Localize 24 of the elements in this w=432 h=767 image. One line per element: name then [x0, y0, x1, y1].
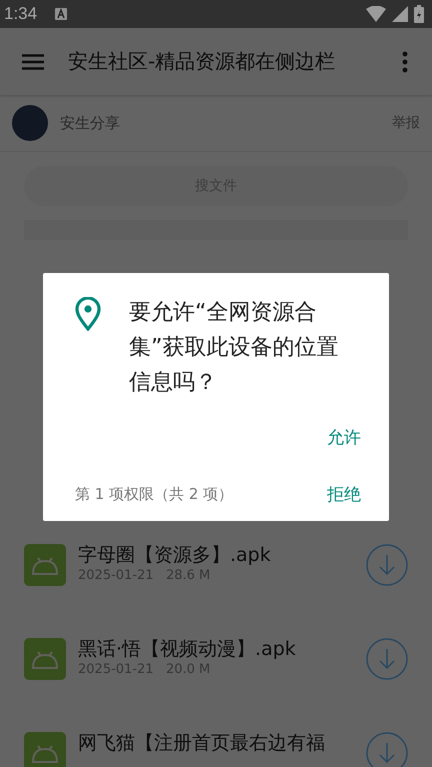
deny-button[interactable]: 拒绝 — [323, 477, 365, 512]
download-icon[interactable] — [366, 544, 408, 586]
battery-icon — [414, 5, 424, 23]
file-name[interactable]: 字母圈【资源多】.apk — [78, 544, 354, 566]
author-name: 安生分享 — [60, 114, 121, 132]
menu-icon[interactable] — [22, 54, 44, 70]
avatar — [12, 105, 48, 141]
android-app-icon — [24, 544, 66, 586]
android-app-icon — [24, 732, 66, 767]
more-icon[interactable] — [402, 50, 408, 72]
notification-icon — [55, 8, 68, 20]
signal-icon — [392, 6, 408, 22]
android-app-icon — [24, 638, 66, 680]
file-name[interactable]: 黑话·悟【视频动漫】.apk — [78, 638, 354, 660]
status-time: 1:34 — [4, 4, 38, 24]
allow-button[interactable]: 允许 — [323, 420, 365, 455]
dialog-message: 要允许“全网资源合集”获取此设备的位置信息吗？ — [129, 299, 340, 397]
permission-counter: 第 1 项权限（共 2 项） — [75, 485, 234, 504]
app-title: 安生社区-精品资源都在侧边栏 — [68, 48, 336, 75]
download-icon[interactable] — [366, 732, 408, 767]
file-name[interactable]: 网飞猫【注册首页最右边有福 — [78, 732, 354, 754]
location-pin-icon — [75, 297, 101, 331]
download-icon[interactable] — [366, 638, 408, 680]
wifi-icon — [366, 6, 386, 22]
